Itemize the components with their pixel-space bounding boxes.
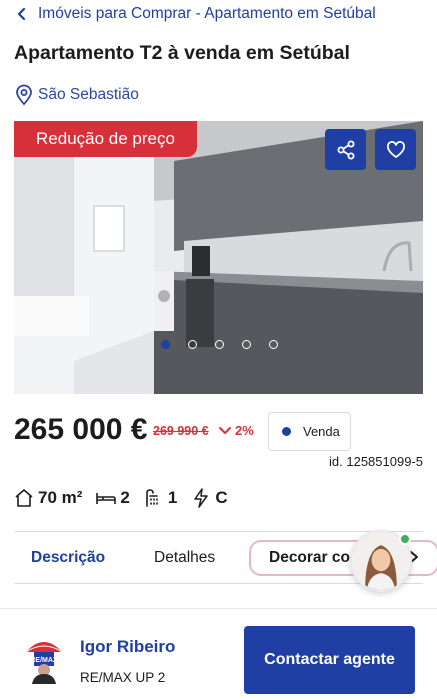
- spec-energy: C: [191, 488, 228, 508]
- gallery-dot[interactable]: [188, 340, 197, 349]
- old-price: 269 990 €: [153, 424, 209, 438]
- agent-agency: RE/MAX UP 2: [80, 670, 166, 685]
- spec-area: 70 m²: [14, 488, 82, 508]
- business-type-badge: Venda: [268, 412, 351, 451]
- agency-logo: RE/MAX: [25, 642, 63, 684]
- spec-area-value: 70 m²: [38, 488, 83, 507]
- spec-energy-value: C: [215, 488, 228, 507]
- spec-bathrooms-value: 1: [167, 488, 178, 507]
- location-label: São Sebastião: [38, 86, 139, 103]
- online-status-indicator: [399, 533, 411, 545]
- chevron-left-icon[interactable]: [14, 6, 30, 22]
- tab-description[interactable]: Descrição: [31, 540, 105, 576]
- favorite-button[interactable]: [375, 129, 416, 170]
- location: São Sebastião: [14, 84, 139, 106]
- photo-gallery[interactable]: Redução de preço: [14, 121, 423, 394]
- bath-icon: [146, 489, 158, 507]
- listing-id: id. 125851099-5: [329, 454, 423, 469]
- bullet-icon: [282, 427, 291, 436]
- spec-bedrooms: 2: [96, 488, 130, 508]
- contact-agent-button[interactable]: Contactar agente: [244, 626, 415, 694]
- gallery-pagination[interactable]: [161, 340, 278, 349]
- breadcrumb-label[interactable]: Imóveis para Comprar - Apartamento em Se…: [38, 5, 376, 23]
- energy-icon: [194, 488, 209, 508]
- spec-bedrooms-value: 2: [120, 488, 130, 507]
- share-button[interactable]: [325, 129, 366, 170]
- specs-row: 70 m² 2 1 C: [14, 488, 228, 508]
- divider: [14, 531, 423, 532]
- gallery-dot[interactable]: [215, 340, 224, 349]
- gallery-dot[interactable]: [269, 340, 278, 349]
- arrow-down-icon: [219, 426, 231, 434]
- gallery-dot[interactable]: [161, 340, 170, 349]
- price: 265 000 €: [14, 413, 148, 446]
- agent-name[interactable]: Igor Ribeiro: [80, 637, 175, 657]
- breadcrumb[interactable]: Imóveis para Comprar - Apartamento em Se…: [14, 3, 376, 25]
- divider: [0, 608, 437, 609]
- price-reduction-badge: Redução de preço: [14, 121, 197, 157]
- svg-text:RE/MAX: RE/MAX: [30, 657, 58, 664]
- heart-icon: [386, 140, 405, 158]
- listing-title: Apartamento T2 à venda em Setúbal: [14, 42, 350, 64]
- map-pin-icon: [16, 84, 32, 106]
- spec-bathrooms: 1: [144, 488, 177, 508]
- share-icon: [337, 140, 354, 159]
- tab-details[interactable]: Detalhes: [154, 540, 215, 576]
- bed-icon: [96, 493, 117, 504]
- price-drop-percent: 2%: [235, 423, 254, 438]
- area-house-icon: [15, 489, 33, 507]
- business-type-label: Venda: [303, 424, 340, 439]
- gallery-dot[interactable]: [242, 340, 251, 349]
- price-drop: 2%: [218, 423, 254, 438]
